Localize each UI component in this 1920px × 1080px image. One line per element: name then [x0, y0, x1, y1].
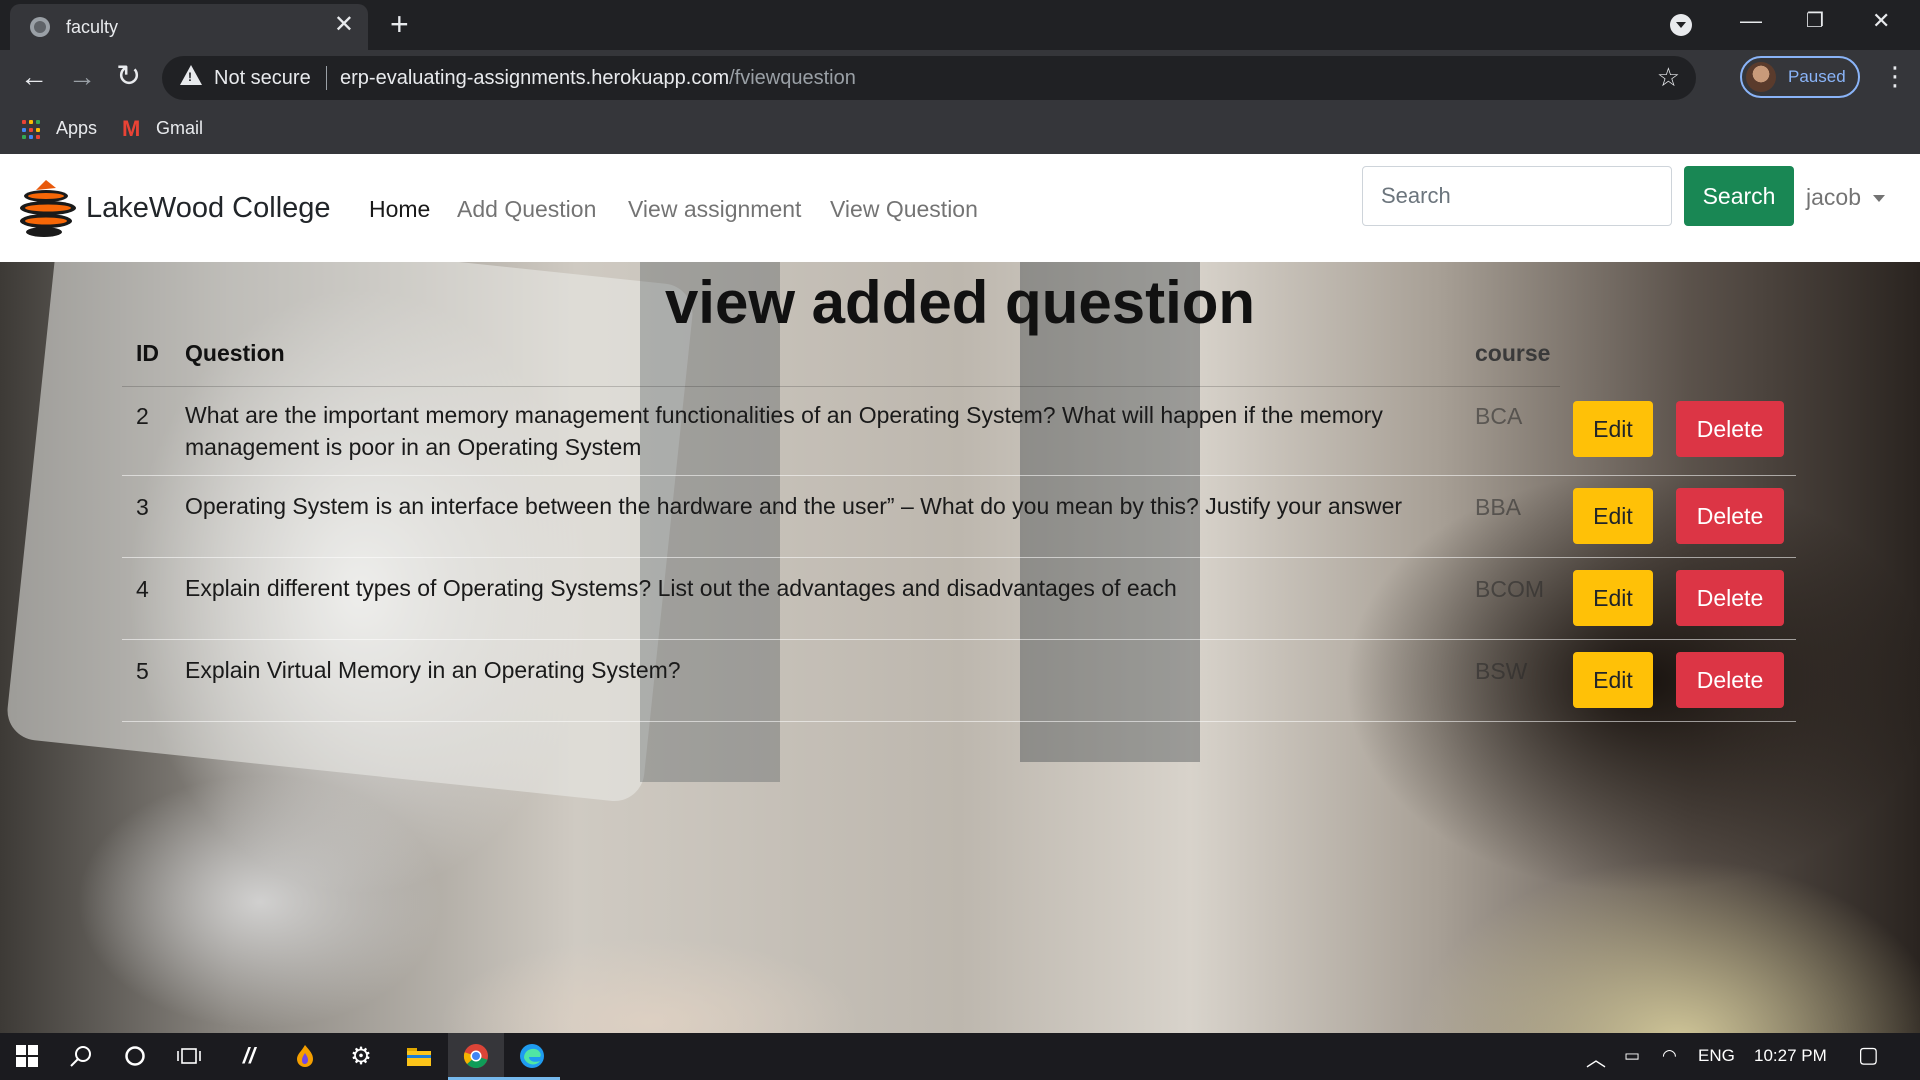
edit-button[interactable]: Edit	[1573, 652, 1653, 708]
delete-button[interactable]: Delete	[1676, 570, 1784, 626]
row-question: Explain different types of Operating Sys…	[185, 575, 1177, 601]
bookmark-apps[interactable]: Apps	[56, 118, 97, 139]
avatar	[1746, 62, 1776, 92]
delete-button[interactable]: Delete	[1676, 401, 1784, 457]
edit-button[interactable]: Edit	[1573, 570, 1653, 626]
wifi-icon[interactable]: ◠	[1662, 1046, 1677, 1066]
table-row: 3 Operating System is an interface betwe…	[122, 476, 1796, 558]
cortana-icon[interactable]	[120, 1041, 150, 1071]
search-input[interactable]	[1362, 166, 1672, 226]
brand-name: LakeWood College	[86, 192, 331, 224]
row-course: BCOM	[1475, 576, 1544, 602]
bookmarks-bar: Apps M Gmail	[0, 106, 1920, 154]
web-page: LakeWood College Home Add Question View …	[0, 154, 1920, 1033]
table-row: 4 Explain different types of Operating S…	[122, 558, 1796, 640]
nav-view-question[interactable]: View Question	[830, 196, 978, 223]
row-id: 2	[136, 403, 149, 429]
site-navbar: LakeWood College Home Add Question View …	[0, 154, 1920, 262]
edge-icon[interactable]	[517, 1041, 547, 1071]
profile-status: Paused	[1788, 67, 1846, 86]
tray-chevron-up-icon[interactable]: ︿	[1586, 1043, 1606, 1072]
browser-tabstrip: faculty ✕ + — ❐ ✕	[0, 0, 1920, 50]
window-close-icon[interactable]: ✕	[1872, 8, 1890, 34]
profile-button[interactable]: Paused	[1740, 56, 1860, 98]
row-id: 5	[136, 658, 149, 684]
clock[interactable]: 10:27 PM	[1754, 1046, 1827, 1066]
edit-button[interactable]: Edit	[1573, 488, 1653, 544]
row-id: 4	[136, 576, 149, 602]
browser-toolbar: ← → ↻ Not secure erp-evaluating-assignme…	[0, 50, 1920, 106]
warning-icon	[180, 65, 202, 85]
table-row: 5 Explain Virtual Memory in an Operating…	[122, 640, 1796, 722]
restore-icon[interactable]: ❐	[1806, 8, 1824, 33]
gmail-icon[interactable]: M	[122, 116, 140, 142]
edit-button[interactable]: Edit	[1573, 401, 1653, 457]
battery-icon[interactable]: ▭	[1624, 1046, 1640, 1066]
tab-search-icon[interactable]	[1670, 14, 1692, 36]
bookmark-gmail[interactable]: Gmail	[156, 118, 203, 139]
nav-add-question[interactable]: Add Question	[457, 196, 596, 223]
apps-grid-icon[interactable]	[22, 120, 42, 140]
back-icon[interactable]: ←	[20, 62, 48, 92]
table-row: 2 What are the important memory manageme…	[122, 387, 1796, 476]
column-header-id: ID	[136, 340, 159, 366]
globe-icon	[30, 17, 50, 37]
row-question: Operating System is an interface between…	[185, 493, 1403, 519]
college-logo-icon	[20, 180, 76, 237]
browser-tab[interactable]: faculty ✕	[10, 4, 368, 50]
file-explorer-icon[interactable]	[404, 1041, 434, 1071]
pen-workspace-icon[interactable]: //	[234, 1041, 264, 1071]
windows-start-icon[interactable]	[12, 1041, 42, 1071]
security-label[interactable]: Not secure	[214, 67, 311, 90]
reload-icon[interactable]: ↻	[116, 62, 141, 92]
address-bar[interactable]: Not secure erp-evaluating-assignments.he…	[162, 56, 1696, 100]
forward-icon[interactable]: →	[68, 62, 96, 92]
tab-close-icon[interactable]: ✕	[334, 13, 354, 37]
search-icon[interactable]	[66, 1041, 96, 1071]
task-view-icon[interactable]	[174, 1041, 204, 1071]
url-path: /fviewquestion	[729, 67, 856, 89]
row-course: BSW	[1475, 658, 1528, 684]
column-header-course: course	[1475, 340, 1551, 366]
bookmark-star-icon[interactable]: ☆	[1657, 62, 1680, 93]
search-button[interactable]: Search	[1684, 166, 1794, 226]
menu-kebab-icon[interactable]: ⋮	[1882, 62, 1908, 90]
windows-taskbar: // ⚙ ︿ ▭ ◠ ENG 10:27 PM ▢	[0, 1033, 1920, 1080]
chrome-icon[interactable]	[461, 1041, 491, 1071]
delete-button[interactable]: Delete	[1676, 652, 1784, 708]
app-flame-icon[interactable]	[290, 1041, 320, 1071]
column-header-question: Question	[185, 340, 285, 366]
row-question: Explain Virtual Memory in an Operating S…	[185, 657, 681, 683]
row-divider	[122, 721, 1796, 722]
tab-title: faculty	[66, 17, 119, 37]
new-tab-icon[interactable]: +	[390, 6, 409, 42]
settings-gear-icon[interactable]: ⚙	[346, 1041, 376, 1071]
language-indicator[interactable]: ENG	[1698, 1046, 1735, 1066]
page-title: view added question	[664, 269, 1256, 336]
url-host: erp-evaluating-assignments.herokuapp.com	[340, 67, 730, 89]
row-course: BBA	[1475, 494, 1522, 520]
minimize-icon[interactable]: —	[1740, 8, 1762, 34]
row-question: What are the important memory management…	[185, 402, 1383, 460]
nav-view-assignment[interactable]: View assignment	[628, 196, 801, 223]
row-course: BCA	[1475, 403, 1523, 429]
chevron-down-icon	[1872, 195, 1885, 203]
notifications-icon[interactable]: ▢	[1858, 1042, 1879, 1068]
user-name: jacob	[1806, 184, 1861, 210]
row-id: 3	[136, 494, 149, 520]
nav-home[interactable]: Home	[369, 196, 430, 223]
user-dropdown[interactable]: jacob	[1806, 184, 1885, 211]
delete-button[interactable]: Delete	[1676, 488, 1784, 544]
url-text[interactable]: erp-evaluating-assignments.herokuapp.com…	[340, 67, 856, 90]
omnibox-separator	[326, 66, 327, 90]
